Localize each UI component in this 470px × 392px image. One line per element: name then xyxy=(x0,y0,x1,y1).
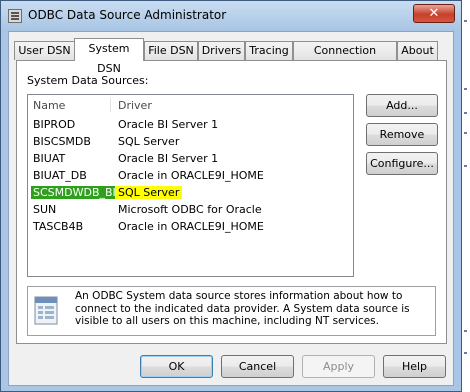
column-divider[interactable] xyxy=(110,98,111,112)
background-mark xyxy=(464,20,467,22)
title-bar[interactable]: ODBC Data Source Administrator ✕ xyxy=(1,1,461,31)
list-item[interactable]: BIUAT Oracle BI Server 1 xyxy=(28,151,348,168)
dsn-driver: SQL Server xyxy=(118,135,180,148)
system-data-sources-label: System Data Sources: xyxy=(27,74,149,87)
list-item[interactable]: BISCSMDB SQL Server xyxy=(28,134,348,151)
odbc-window: ODBC Data Source Administrator ✕ User DS… xyxy=(0,0,462,392)
list-item[interactable]: BIPROD Oracle BI Server 1 xyxy=(28,117,348,134)
dsn-driver: Oracle in ORACLE9I_HOME xyxy=(118,220,264,233)
info-box: An ODBC System data source stores inform… xyxy=(27,286,436,336)
dsn-name: BIUAT_DB xyxy=(33,169,87,182)
odbc-app-icon xyxy=(8,9,22,23)
system-dsn-panel: System Data Sources: Name Driver BIPROD … xyxy=(16,60,447,344)
window-title: ODBC Data Source Administrator xyxy=(28,8,227,22)
data-source-icon xyxy=(34,296,58,325)
tab-drivers[interactable]: Drivers xyxy=(198,41,245,60)
dsn-name: BIUAT xyxy=(33,152,66,165)
dsn-driver: Microsoft ODBC for Oracle xyxy=(118,203,262,216)
add-button[interactable]: Add... xyxy=(366,94,438,117)
list-item-highlighted[interactable]: SCSMDWDB_BI SQL Server xyxy=(28,185,348,202)
tab-system-dsn[interactable]: System DSN xyxy=(74,38,144,75)
background-mark xyxy=(464,330,467,332)
background-mark xyxy=(464,165,467,167)
tab-file-dsn[interactable]: File DSN xyxy=(144,41,198,60)
column-header-name[interactable]: Name xyxy=(33,99,65,112)
background-mark xyxy=(464,132,467,134)
list-item[interactable]: BIUAT_DB Oracle in ORACLE9I_HOME xyxy=(28,168,348,185)
dialog-body: User DSN System DSN File DSN Drivers Tra… xyxy=(8,31,454,386)
background-mark xyxy=(464,88,467,90)
help-button[interactable]: Help xyxy=(383,355,446,378)
list-item[interactable]: SUN Microsoft ODBC for Oracle xyxy=(28,202,348,219)
dsn-driver: Oracle in ORACLE9I_HOME xyxy=(118,169,264,182)
dsn-name: BIPROD xyxy=(33,118,76,131)
dsn-name: BISCSMDB xyxy=(33,135,91,148)
dsn-driver: Oracle BI Server 1 xyxy=(118,152,219,165)
background-mark xyxy=(464,352,467,354)
tab-about[interactable]: About xyxy=(397,41,438,60)
data-sources-list[interactable]: Name Driver BIPROD Oracle BI Server 1 BI… xyxy=(27,94,354,277)
close-button[interactable]: ✕ xyxy=(413,4,455,23)
background-mark xyxy=(464,112,467,114)
background-strip xyxy=(462,0,470,392)
dsn-name: SCSMDWDB_BI xyxy=(31,186,118,199)
tab-connection-pooling[interactable]: Connection Pooling xyxy=(293,41,397,75)
configure-button[interactable]: Configure... xyxy=(366,152,438,175)
dsn-driver: SQL Server xyxy=(115,186,183,199)
info-description: An ODBC System data source stores inform… xyxy=(75,290,410,327)
dsn-name: SUN xyxy=(33,203,57,216)
ok-button[interactable]: OK xyxy=(140,355,213,378)
dsn-name: TASCB4B xyxy=(33,220,84,233)
tab-tracing[interactable]: Tracing xyxy=(245,41,293,60)
tab-user-dsn[interactable]: User DSN xyxy=(14,41,75,60)
remove-button[interactable]: Remove xyxy=(366,123,438,146)
list-item[interactable]: TASCB4B Oracle in ORACLE9I_HOME xyxy=(28,219,348,236)
cancel-button[interactable]: Cancel xyxy=(221,355,294,378)
apply-button[interactable]: Apply xyxy=(302,355,375,378)
dsn-driver: Oracle BI Server 1 xyxy=(118,118,219,131)
column-header-driver[interactable]: Driver xyxy=(118,99,152,112)
